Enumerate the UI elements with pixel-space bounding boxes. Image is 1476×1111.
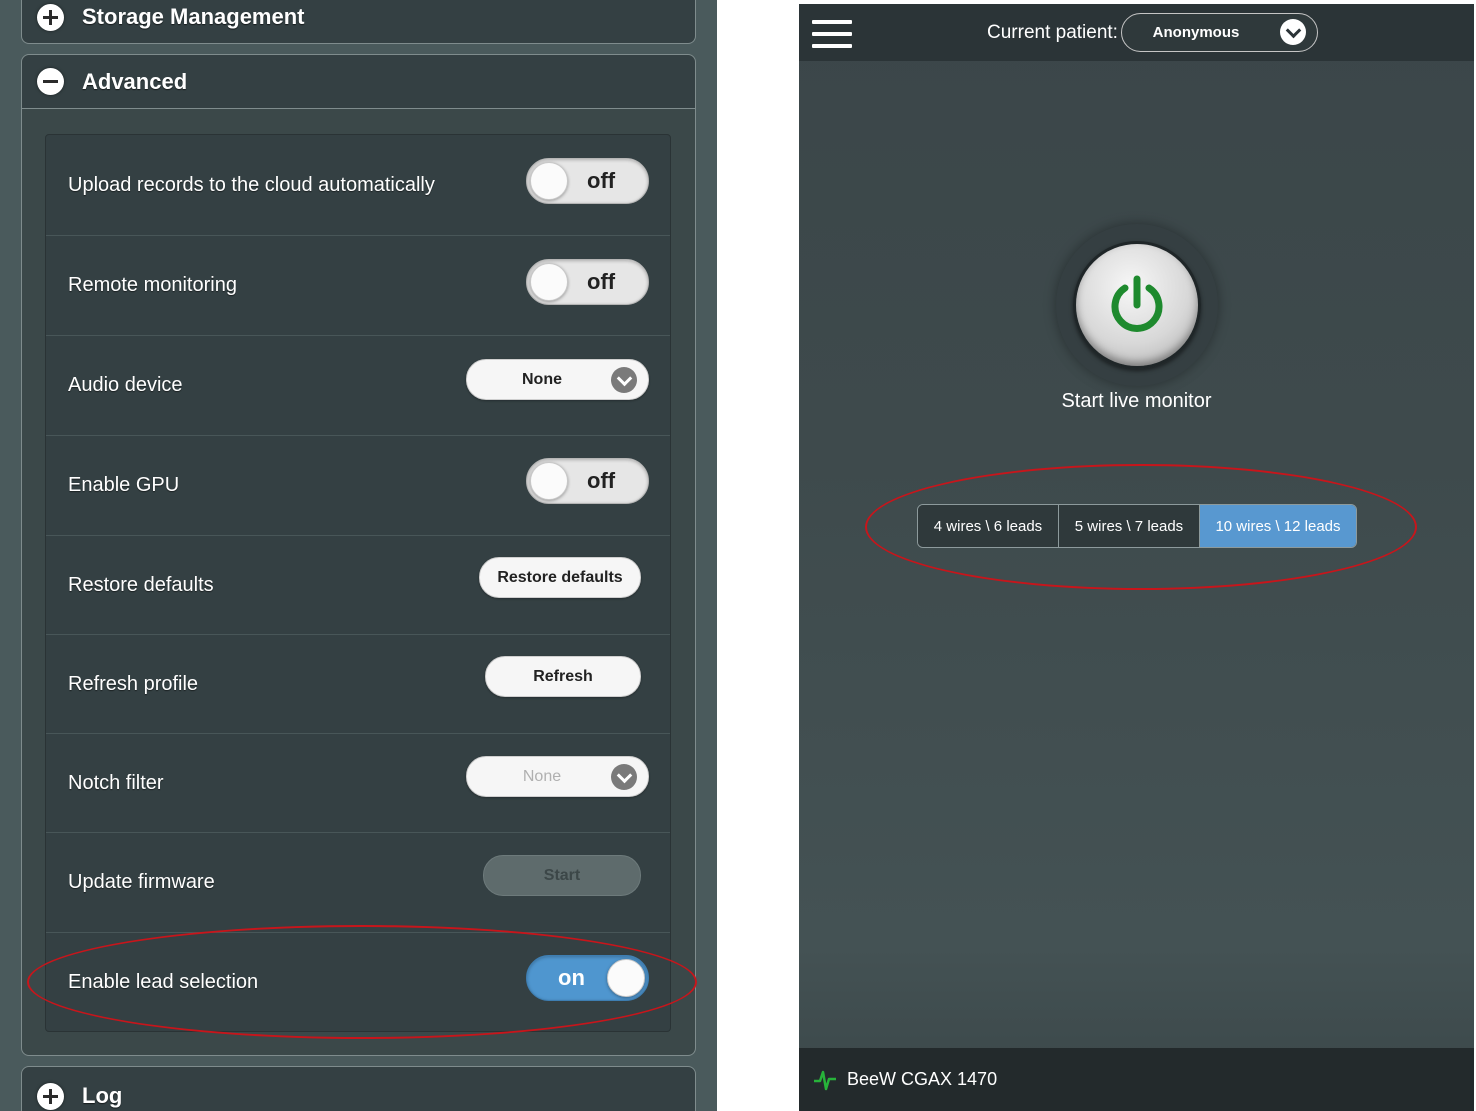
restore-defaults-button[interactable]: Restore defaults: [479, 557, 641, 598]
log-header[interactable]: Log: [22, 1069, 695, 1111]
toggle-state: off: [587, 168, 616, 193]
storage-management-section[interactable]: Storage Management: [21, 0, 696, 44]
hamburger-icon[interactable]: [812, 20, 852, 48]
setting-row-restore-defaults: Restore defaults Restore defaults: [46, 535, 670, 635]
monitor-screen: Current patient: Anonymous Start live mo…: [799, 4, 1474, 1111]
setting-row-remote-monitoring: Remote monitoring off: [46, 235, 670, 335]
select-value: None: [522, 370, 562, 388]
toggle-state: off: [587, 269, 616, 294]
plus-circle-icon: [37, 1082, 64, 1110]
setting-row-upload-cloud: Upload records to the cloud automaticall…: [46, 135, 670, 235]
advanced-header[interactable]: Advanced: [22, 55, 695, 109]
remote-monitoring-toggle[interactable]: off: [526, 259, 649, 305]
toggle-state: off: [587, 468, 616, 493]
advanced-title: Advanced: [82, 68, 188, 94]
pulse-icon: [814, 1070, 836, 1091]
setting-row-audio-device: Audio device None: [46, 335, 670, 435]
top-bar: Current patient: Anonymous: [799, 4, 1474, 61]
chevron-down-icon: [611, 367, 637, 393]
patient-select[interactable]: Anonymous: [1121, 13, 1318, 52]
lead-option-4-wires[interactable]: 4 wires \ 6 leads: [918, 505, 1058, 547]
plus-circle-icon: [37, 3, 64, 31]
setting-label: Refresh profile: [68, 673, 199, 695]
lead-selection-group: 4 wires \ 6 leads 5 wires \ 7 leads 10 w…: [917, 504, 1357, 548]
power-icon: [1111, 275, 1163, 332]
log-title: Log: [82, 1083, 123, 1108]
setting-label: Update firmware: [68, 871, 215, 893]
device-status-bar: BeeW CGAX 1470: [799, 1048, 1474, 1111]
lead-option-5-wires[interactable]: 5 wires \ 7 leads: [1058, 505, 1199, 547]
chevron-down-icon: [611, 764, 637, 790]
minus-circle-icon: [37, 68, 64, 95]
setting-label: Upload records to the cloud automaticall…: [68, 173, 435, 196]
setting-label: Restore defaults: [68, 574, 214, 596]
toggle-knob: [530, 263, 568, 301]
enable-gpu-toggle[interactable]: off: [526, 458, 649, 504]
patient-value: Anonymous: [1152, 24, 1240, 41]
log-section[interactable]: Log: [21, 1066, 696, 1111]
select-value: None: [522, 767, 562, 785]
start-firmware-button[interactable]: Start: [483, 855, 641, 896]
toggle-state: on: [558, 965, 585, 990]
setting-label: Enable lead selection: [68, 971, 259, 993]
toggle-knob: [530, 462, 568, 500]
chevron-down-icon: [1280, 19, 1306, 45]
setting-label: Enable GPU: [68, 474, 180, 496]
refresh-button[interactable]: Refresh: [485, 656, 641, 697]
toggle-knob: [607, 959, 645, 997]
advanced-settings-list: Upload records to the cloud automaticall…: [45, 134, 671, 1032]
current-patient-label: Current patient:: [987, 21, 1118, 43]
enable-lead-selection-toggle[interactable]: on: [526, 955, 649, 1001]
audio-device-select[interactable]: None: [466, 359, 649, 400]
setting-row-update-firmware: Update firmware Start: [46, 832, 670, 932]
setting-label: Remote monitoring: [68, 274, 237, 296]
setting-row-enable-gpu: Enable GPU off: [46, 435, 670, 535]
notch-filter-select[interactable]: None: [466, 756, 649, 797]
storage-management-title: Storage Management: [82, 4, 305, 29]
setting-row-enable-lead-selection: Enable lead selection on: [46, 932, 670, 1031]
start-monitor-button[interactable]: [1073, 241, 1201, 369]
lead-option-10-wires[interactable]: 10 wires \ 12 leads: [1199, 505, 1356, 547]
setting-label: Notch filter: [68, 772, 164, 794]
setting-label: Audio device: [68, 374, 183, 396]
settings-panel: Storage Management Advanced Upload recor…: [0, 0, 717, 1111]
device-name: BeeW CGAX 1470: [847, 1069, 998, 1089]
upload-cloud-toggle[interactable]: off: [526, 158, 649, 204]
toggle-knob: [530, 162, 568, 200]
setting-row-refresh-profile: Refresh profile Refresh: [46, 634, 670, 734]
power-button-ring: [1056, 224, 1218, 386]
storage-management-header[interactable]: Storage Management: [22, 0, 695, 44]
setting-row-notch-filter: Notch filter None: [46, 733, 670, 833]
start-live-monitor-label: Start live monitor: [1061, 390, 1212, 412]
